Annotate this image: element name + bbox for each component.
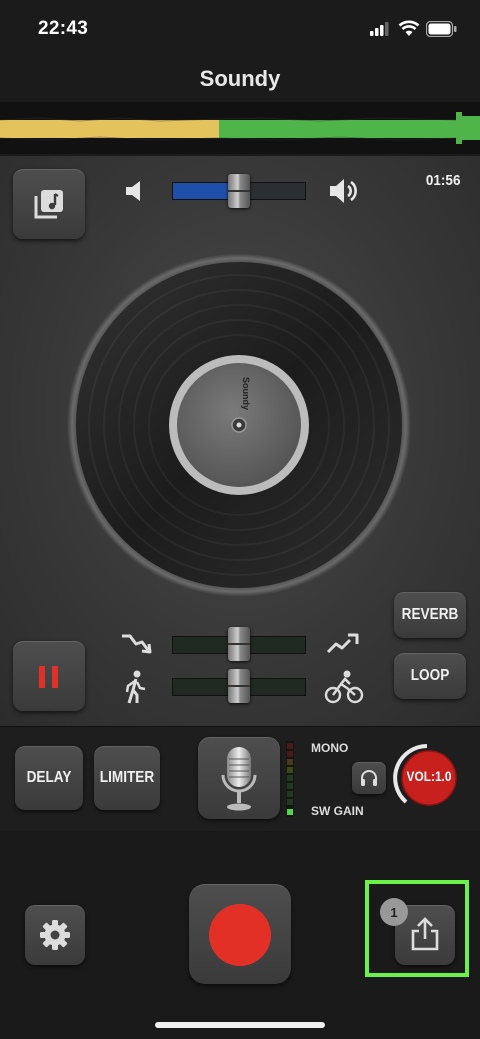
page-title: Soundy xyxy=(199,66,281,91)
share-icon xyxy=(411,917,439,951)
settings-icon xyxy=(40,920,70,950)
music-library-icon xyxy=(34,190,63,219)
headphones-icon xyxy=(361,770,377,786)
microphone-icon xyxy=(221,747,257,811)
cycling-icon xyxy=(324,670,364,704)
volume-low-icon xyxy=(126,181,140,201)
tempo-slider-knob[interactable] xyxy=(228,669,250,703)
volume-slider-knob[interactable] xyxy=(228,174,250,208)
volume-high-icon xyxy=(330,179,357,203)
limiter-button[interactable]: LIMITER xyxy=(94,746,160,810)
limiter-label: LIMITER xyxy=(99,769,155,786)
sw-gain-label[interactable]: SW GAIN xyxy=(311,804,364,818)
mono-label[interactable]: MONO xyxy=(311,741,348,755)
speed-up-icon xyxy=(326,633,359,654)
elapsed-time: 01:56 xyxy=(425,172,461,189)
headphones-button[interactable] xyxy=(352,762,386,794)
settings-button[interactable] xyxy=(25,905,85,965)
reverb-label: REVERB xyxy=(401,606,459,623)
waveform[interactable] xyxy=(0,102,480,154)
home-indicator[interactable] xyxy=(155,1022,325,1028)
speed-slider-knob[interactable] xyxy=(228,627,250,661)
volume-knob-label: VOL:1.0 xyxy=(406,768,452,784)
wifi-icon xyxy=(398,20,420,36)
reverb-button[interactable]: REVERB xyxy=(394,592,466,638)
status-bar: 22:43 xyxy=(0,0,480,60)
microphone-button[interactable] xyxy=(198,737,280,819)
record-icon xyxy=(209,904,271,966)
signal-icon xyxy=(370,22,389,36)
record-button[interactable] xyxy=(189,884,291,984)
vinyl-record[interactable]: Soundy xyxy=(66,252,412,598)
delay-label: DELAY xyxy=(26,769,72,786)
status-time: 22:43 xyxy=(38,18,89,39)
music-library-button[interactable] xyxy=(13,169,85,239)
waveform-graphic xyxy=(0,112,480,144)
input-level-meter xyxy=(286,741,294,817)
slow-down-icon xyxy=(122,634,152,654)
pause-button[interactable] xyxy=(13,641,85,711)
delay-button[interactable]: DELAY xyxy=(15,746,83,810)
loop-label: LOOP xyxy=(410,667,450,684)
loop-button[interactable]: LOOP xyxy=(394,653,466,699)
battery-icon xyxy=(426,21,457,37)
pause-icon xyxy=(39,666,58,688)
share-badge: 1 xyxy=(380,898,408,926)
walking-icon xyxy=(125,670,146,704)
record-label-text: Soundy xyxy=(241,377,251,410)
